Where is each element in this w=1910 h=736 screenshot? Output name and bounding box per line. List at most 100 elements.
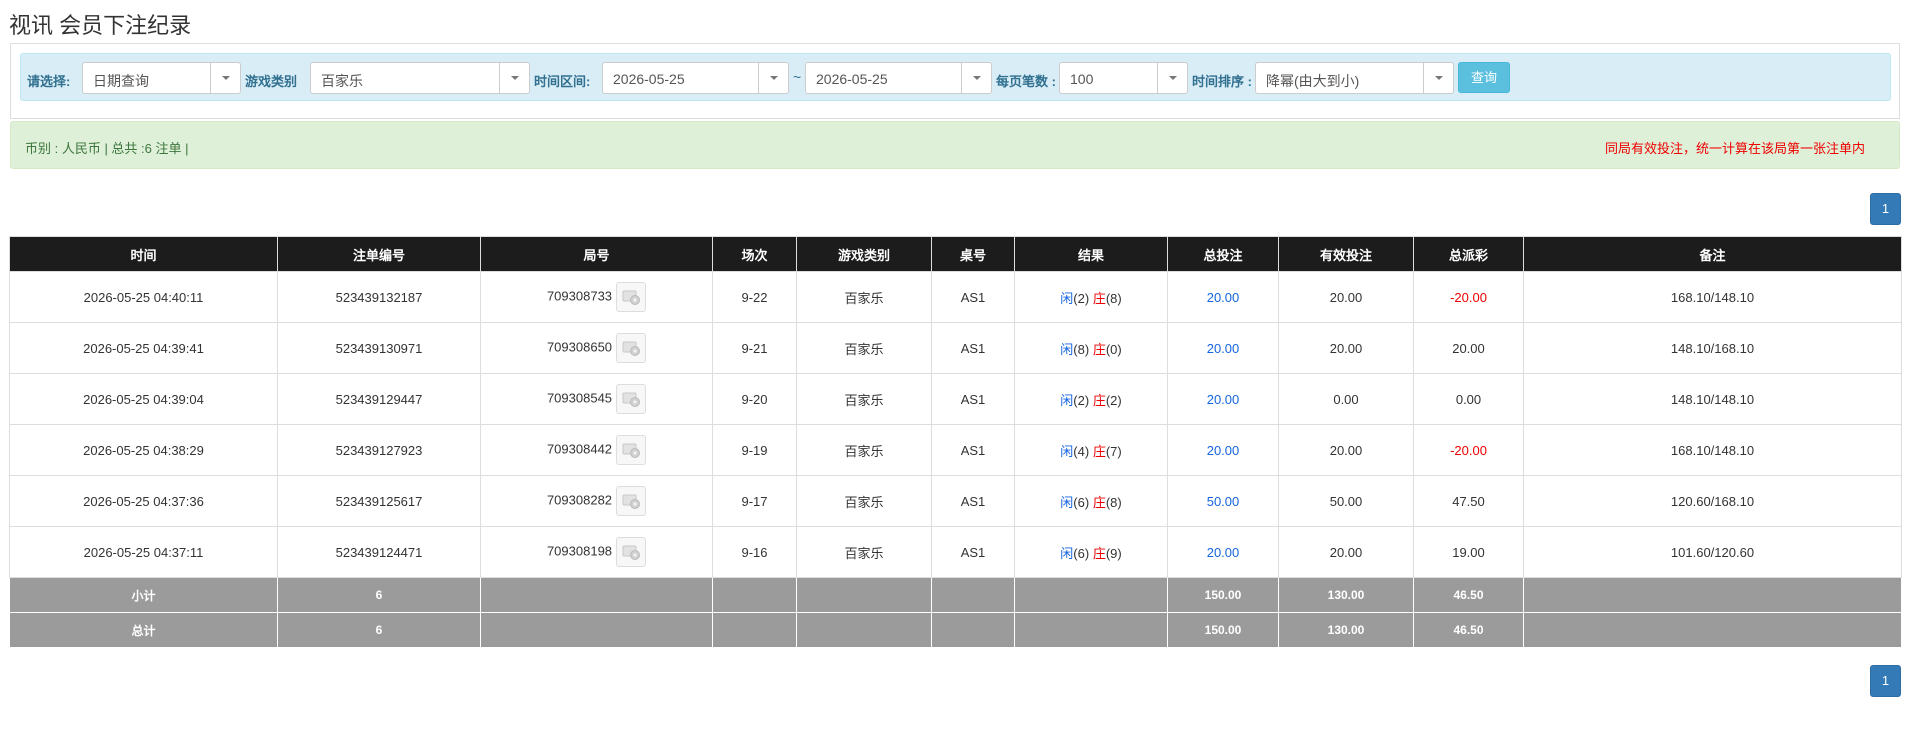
player-score: (2) [1073, 392, 1090, 408]
valid-bet-cell: 50.00 [1278, 475, 1414, 527]
session-cell: 9-19 [712, 424, 797, 476]
chevron-down-icon [770, 76, 778, 80]
round-number-cell: 709308442 [480, 424, 713, 476]
banker-score: (8) [1105, 290, 1122, 306]
sum-payout-cell: 46.50 [1413, 577, 1524, 613]
player-score: (6) [1073, 545, 1090, 561]
result-cell: 闲(6) 庄(9) [1014, 526, 1168, 578]
sort-order-select[interactable]: 降幂(由大到小) [1255, 62, 1454, 94]
round-number-text: 709308733 [546, 288, 613, 304]
payout-cell: 0.00 [1413, 373, 1524, 425]
table-number-cell: AS1 [931, 475, 1015, 527]
empty-cell [931, 612, 1015, 648]
round-detail-icon[interactable] [616, 486, 647, 516]
date-to-value: 2026-05-25 [816, 71, 888, 87]
sum-valid-cell: 130.00 [1278, 612, 1414, 648]
column-header: 游戏类别 [796, 236, 932, 272]
sort-label: 时间排序 : [1192, 74, 1252, 89]
payout-cell: -20.00 [1413, 424, 1524, 476]
valid-bet-cell: 0.00 [1278, 373, 1414, 425]
table-row: 2026-05-25 04:37:36 523439125617 709308282… [9, 475, 1902, 527]
chevron-down-icon [511, 76, 519, 80]
game-type-cell: 百家乐 [796, 424, 932, 476]
column-header: 结果 [1014, 236, 1168, 272]
query-button[interactable]: 查询 [1458, 62, 1510, 93]
empty-cell [480, 612, 713, 648]
sum-payout-cell: 46.50 [1413, 612, 1524, 648]
sum-total-cell: 150.00 [1167, 577, 1279, 613]
query-type-value: 日期查询 [93, 73, 149, 89]
table-row: 2026-05-25 04:39:41 523439130971 709308650… [9, 322, 1902, 374]
total-bet-cell: 50.00 [1167, 475, 1279, 527]
date-from-field[interactable]: 2026-05-25 [602, 62, 789, 94]
game-type-select[interactable]: 百家乐 [310, 62, 530, 94]
summary-alert: 币别 : 人民币 | 总共 :6 注单 | 同局有效投注，统一计算在该局第一张注… [10, 121, 1900, 169]
round-detail-icon[interactable] [616, 282, 647, 312]
sum-label-cell: 小计 [9, 577, 278, 613]
dropdown-toggle[interactable] [1423, 63, 1453, 93]
per-page-select[interactable]: 100 [1059, 62, 1188, 94]
page-title: 视讯 会员下注纪录 [9, 13, 192, 38]
empty-cell [796, 577, 932, 613]
sum-valid-cell: 130.00 [1278, 577, 1414, 613]
round-detail-icon[interactable] [616, 537, 647, 567]
result-cell: 闲(2) 庄(8) [1014, 271, 1168, 323]
column-header: 桌号 [931, 236, 1015, 272]
table-number-cell: AS1 [931, 373, 1015, 425]
player-label: 闲 [1060, 494, 1074, 510]
remark-cell: 168.10/148.10 [1523, 271, 1902, 323]
banker-score: (9) [1105, 545, 1122, 561]
empty-cell [1014, 612, 1168, 648]
player-label: 闲 [1060, 290, 1074, 306]
sort-order-value: 降幂(由大到小) [1266, 73, 1360, 89]
pagination-page-button[interactable]: 1 [1870, 665, 1901, 697]
filter-bar: 请选择: 日期查询 游戏类别 百家乐 时间区间: 2026-05-25 ~ 20… [20, 53, 1891, 101]
round-detail-icon[interactable] [616, 384, 647, 414]
notice-text: 同局有效投注，统一计算在该局第一张注单内 [1604, 141, 1865, 156]
column-header: 局号 [480, 236, 713, 272]
banker-label: 庄 [1092, 290, 1106, 306]
column-header: 总投注 [1167, 236, 1279, 272]
banker-label: 庄 [1092, 341, 1106, 357]
date-to-field[interactable]: 2026-05-25 [805, 62, 992, 94]
round-number-text: 709308650 [546, 339, 613, 355]
round-detail-icon[interactable] [616, 333, 647, 363]
table-row: 2026-05-25 04:39:04 523439129447 709308545… [9, 373, 1902, 425]
round-number-cell: 709308650 [480, 322, 713, 374]
player-score: (2) [1073, 290, 1090, 306]
payout-cell: 19.00 [1413, 526, 1524, 578]
bet-time-cell: 2026-05-25 04:39:04 [9, 373, 278, 425]
banker-score: (0) [1105, 341, 1122, 357]
dropdown-toggle[interactable] [210, 63, 240, 93]
valid-bet-cell: 20.00 [1278, 271, 1414, 323]
dropdown-toggle[interactable] [499, 63, 529, 93]
chevron-down-icon [222, 76, 230, 80]
valid-bet-cell: 20.00 [1278, 322, 1414, 374]
payout-cell: -20.00 [1413, 271, 1524, 323]
valid-bet-cell: 20.00 [1278, 526, 1414, 578]
pagination-page-button[interactable]: 1 [1870, 193, 1901, 225]
range-label: 时间区间: [534, 74, 591, 89]
dropdown-toggle[interactable] [758, 63, 788, 93]
dropdown-toggle[interactable] [1157, 63, 1187, 93]
bet-time-cell: 2026-05-25 04:37:36 [9, 475, 278, 527]
game-type-value: 百家乐 [321, 73, 363, 89]
chevron-down-icon [973, 76, 981, 80]
filter-panel: 请选择: 日期查询 游戏类别 百家乐 时间区间: 2026-05-25 ~ 20… [10, 43, 1900, 119]
table-number-cell: AS1 [931, 424, 1015, 476]
order-number-cell: 523439127923 [277, 424, 481, 476]
game-type-cell: 百家乐 [796, 526, 932, 578]
table-number-cell: AS1 [931, 271, 1015, 323]
range-separator: ~ [793, 69, 802, 85]
query-type-select[interactable]: 日期查询 [82, 62, 241, 94]
round-detail-icon[interactable] [616, 435, 647, 465]
column-header: 场次 [712, 236, 797, 272]
sum-count-cell: 6 [277, 612, 481, 648]
valid-bet-cell: 20.00 [1278, 424, 1414, 476]
bet-time-cell: 2026-05-25 04:37:11 [9, 526, 278, 578]
empty-cell [712, 577, 797, 613]
subtotal-row: 小计 6 150.00 130.00 46.50 [9, 577, 1902, 613]
player-label: 闲 [1060, 392, 1074, 408]
dropdown-toggle[interactable] [961, 63, 991, 93]
remark-cell: 101.60/120.60 [1523, 526, 1902, 578]
